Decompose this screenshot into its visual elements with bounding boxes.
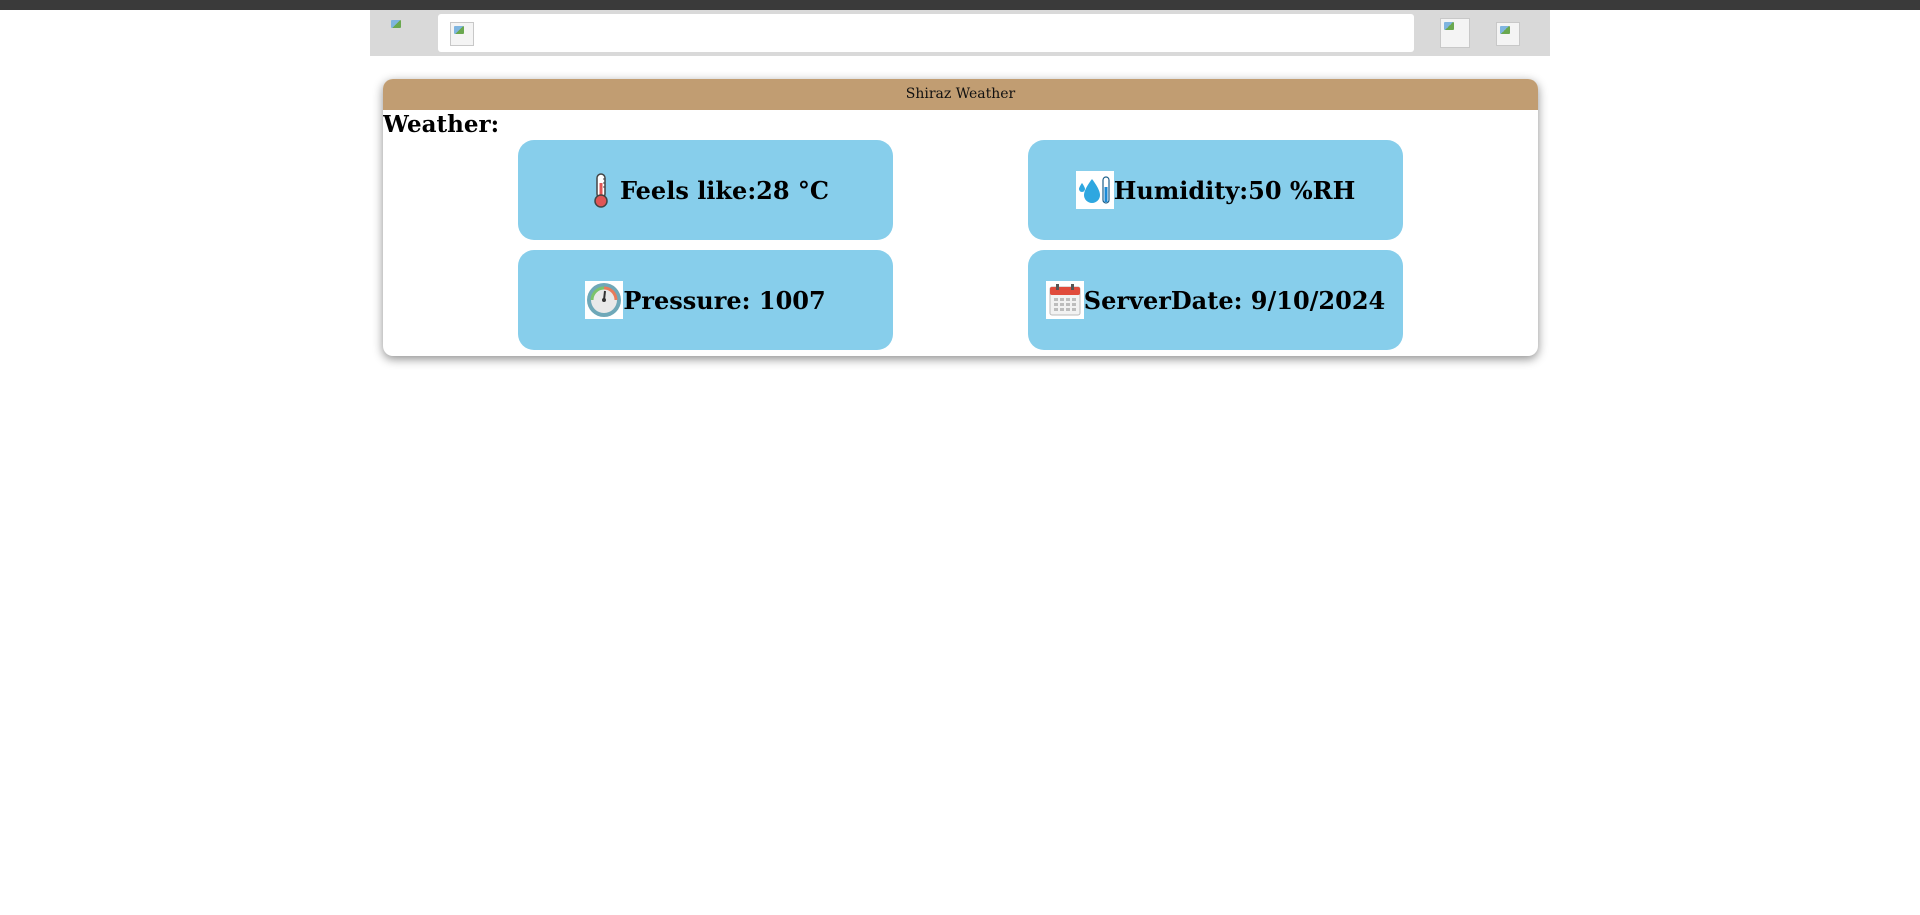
tile-text: Pressure: 1007 xyxy=(623,285,826,315)
calendar-icon xyxy=(1045,281,1084,319)
tile-text: ServerDate: 9/10/2024 xyxy=(1083,285,1386,315)
browser-top-strip xyxy=(0,0,1920,10)
search-input[interactable] xyxy=(438,14,1414,52)
tile-text: Feels like:28 °C xyxy=(619,175,830,205)
feels-like-tile: Feels like:28 °C xyxy=(518,140,893,240)
search-icon[interactable] xyxy=(450,22,474,46)
nav-button-image[interactable] xyxy=(1440,18,1470,48)
server-date-tile: ServerDate: 9/10/2024 xyxy=(1028,250,1403,350)
menu-button-image[interactable] xyxy=(1496,22,1520,46)
card-title: Shiraz Weather xyxy=(383,79,1538,110)
weather-card: Shiraz Weather Weather: Feels like:28 °C xyxy=(383,79,1538,356)
humidity-tile: Humidity:50 %RH xyxy=(1028,140,1403,240)
tile-text: Humidity:50 %RH xyxy=(1113,175,1356,205)
pressure-gauge-icon xyxy=(585,281,624,319)
navbar xyxy=(370,10,1550,56)
pressure-tile: Pressure: 1007 xyxy=(518,250,893,350)
section-title: Weather: xyxy=(383,111,500,138)
logo-image[interactable] xyxy=(388,17,420,39)
thermometer-icon xyxy=(582,171,620,209)
humidity-icon xyxy=(1075,171,1114,209)
